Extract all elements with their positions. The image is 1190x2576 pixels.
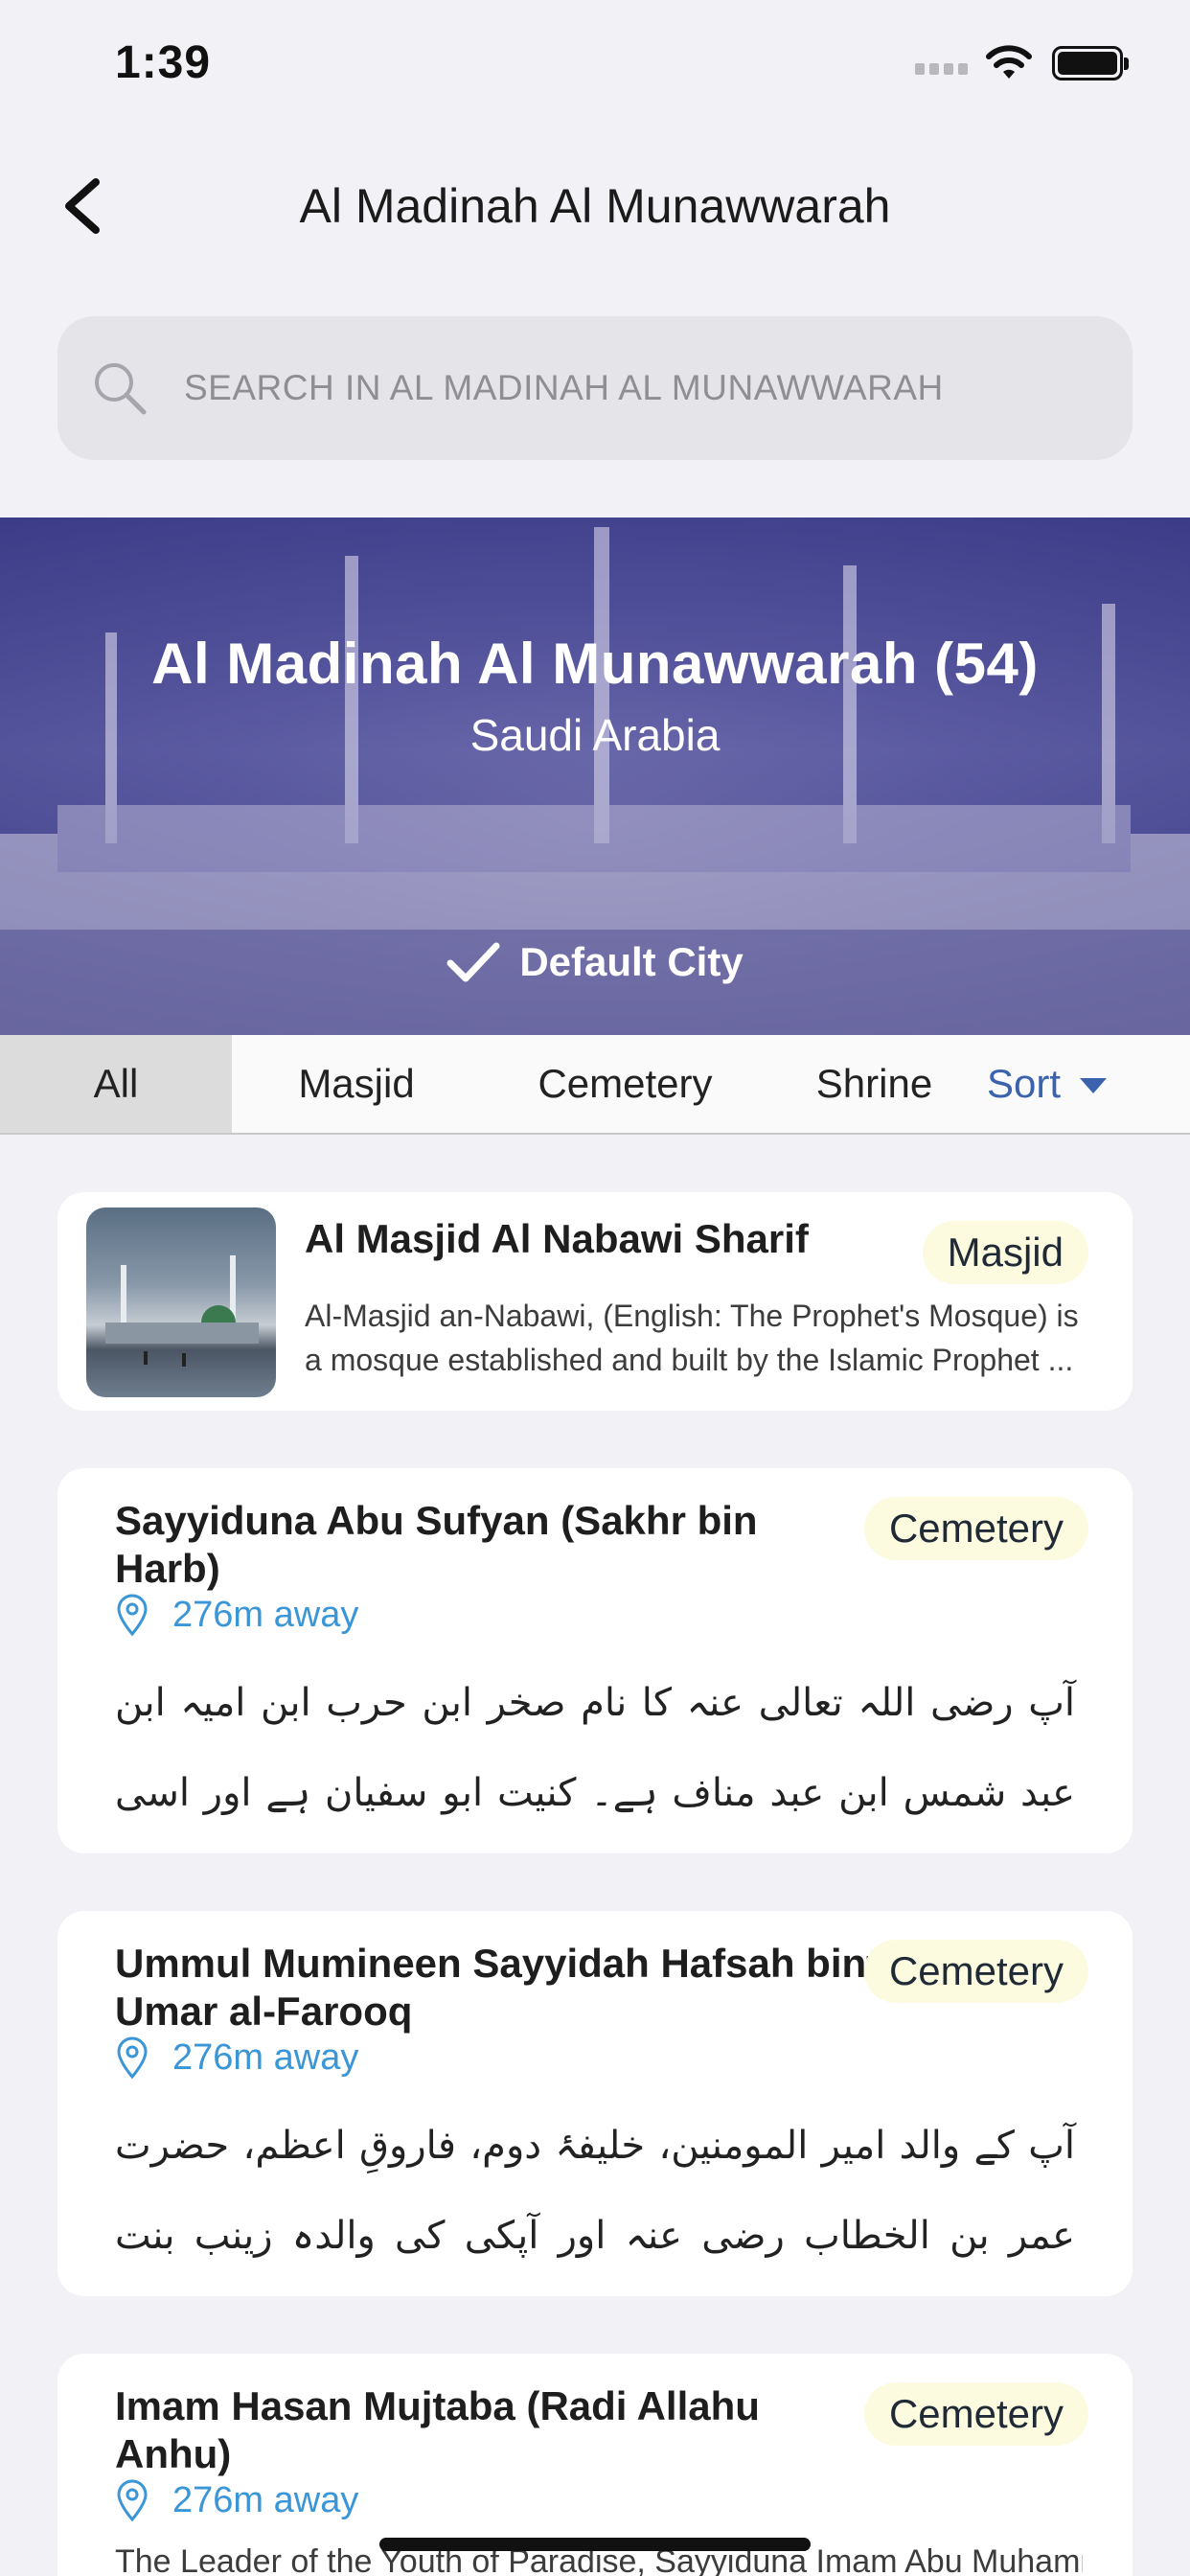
tab-shrine[interactable]: Shrine	[786, 1035, 963, 1133]
checkmark-icon	[446, 942, 500, 982]
default-city-label: Default City	[519, 939, 744, 984]
distance-label: 276m away	[172, 2479, 359, 2520]
search-bar[interactable]	[57, 316, 1133, 460]
location-pin-icon	[117, 2036, 148, 2080]
wifi-icon	[986, 45, 1032, 79]
city-banner: Al Madinah Al Munawwarah (54) Saudi Arab…	[0, 518, 1190, 1035]
default-city-indicator[interactable]: Default City	[0, 939, 1190, 985]
city-title: Al Madinah Al Munawwarah (54)	[151, 632, 1039, 696]
place-title: Al Masjid Al Nabawi Sharif	[305, 1216, 809, 1261]
place-description: Al-Masjid an-Nabawi, (English: The Proph…	[305, 1299, 1079, 1377]
category-badge: Cemetery	[863, 1940, 1088, 2003]
battery-icon	[1052, 46, 1129, 80]
tab-masjid[interactable]: Masjid	[251, 1035, 462, 1133]
status-time: 1:39	[115, 37, 212, 88]
distance-label: 276m away	[172, 1594, 359, 1635]
tab-cemetery[interactable]: Cemetery	[508, 1035, 743, 1133]
category-tabs: All Masjid Cemetery Shrine Sort	[0, 1035, 1190, 1135]
cellular-signal-icon	[915, 63, 968, 75]
category-badge: Masjid	[922, 1221, 1088, 1284]
list-item[interactable]: Al Masjid Al Nabawi Sharif Masjid Al-Mas…	[57, 1192, 1133, 1411]
home-indicator[interactable]	[379, 2538, 811, 2551]
list-item[interactable]: Sayyiduna Abu Sufyan (Sakhr bin Harb) Ce…	[57, 1468, 1133, 1853]
distance-label: 276m away	[172, 2036, 359, 2078]
location-pin-icon	[117, 1594, 148, 1637]
search-icon	[95, 363, 147, 415]
place-title: Ummul Mumineen Sayyidah Hafsah bint Umar…	[115, 1941, 881, 2034]
place-description: آپ رضی اللہ تعالی عنہ کا نام صخر ابن حرب…	[115, 1681, 1075, 1815]
place-thumbnail	[86, 1208, 276, 1397]
list-item[interactable]: Ummul Mumineen Sayyidah Hafsah bint Umar…	[57, 1911, 1133, 2296]
caret-down-icon	[1080, 1078, 1108, 1093]
distance-info: 276m away	[115, 2036, 358, 2080]
page-title: Al Madinah Al Munawwarah	[299, 179, 891, 233]
sort-button[interactable]: Sort	[987, 1035, 1108, 1133]
category-badge: Cemetery	[863, 1497, 1088, 1560]
status-bar: 1:39	[0, 0, 1190, 134]
distance-info: 276m away	[115, 1593, 358, 1637]
country-label: Saudi Arabia	[469, 710, 721, 760]
place-title: Imam Hasan Mujtaba (Radi Allahu Anhu)	[115, 2383, 760, 2476]
place-description: آپ کے والد امیر المومنین، خلیفۂ دوم، فار…	[115, 2124, 1075, 2258]
category-badge: Cemetery	[863, 2382, 1088, 2446]
location-pin-icon	[117, 2479, 148, 2522]
place-title: Sayyiduna Abu Sufyan (Sakhr bin Harb)	[115, 1498, 758, 1591]
sort-label: Sort	[987, 1061, 1062, 1106]
distance-info: 276m away	[115, 2478, 358, 2522]
tab-all[interactable]: All	[0, 1035, 232, 1133]
search-input[interactable]	[184, 316, 1104, 460]
